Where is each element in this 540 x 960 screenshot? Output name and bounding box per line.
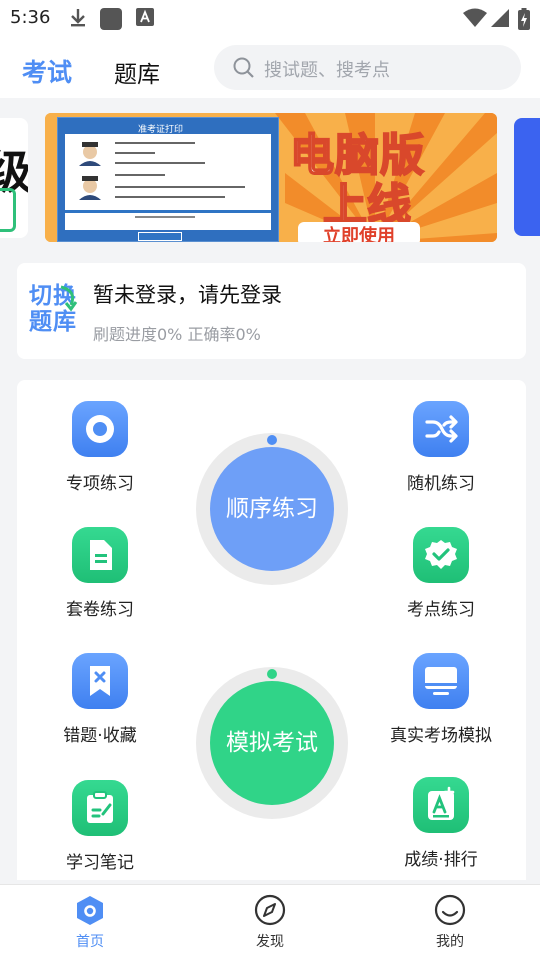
nav-home-label: 首页	[76, 934, 104, 950]
signal-icon	[491, 9, 509, 27]
search-bar[interactable]: 搜试题、搜考点	[214, 45, 521, 90]
nav-profile[interactable]: 我的	[360, 885, 540, 960]
status-time: 5:36	[10, 7, 51, 28]
tab-question-bank[interactable]: 题库	[114, 55, 160, 89]
feature-panel: 专项练习 随机练习 顺序练习 套卷练习 考点练习 错题·收藏 真实考场模拟 模拟…	[17, 380, 526, 880]
feature-label: 学习笔记	[66, 853, 134, 873]
banner-prev-decoration	[0, 188, 16, 232]
top-header: 考试 题库 搜试题、搜考点	[0, 36, 540, 98]
sequential-practice-inner: 顺序练习	[210, 447, 334, 571]
feature-label: 专项练习	[66, 474, 134, 494]
nav-home[interactable]: 首页	[0, 885, 180, 960]
feature-label: 随机练习	[407, 474, 475, 494]
shuffle-icon	[413, 401, 469, 457]
feature-label: 错题·收藏	[63, 726, 137, 746]
clipboard-edit-icon	[72, 780, 128, 836]
feature-random-practice[interactable]: 随机练习	[371, 401, 511, 494]
target-icon	[72, 401, 128, 457]
banner-slide-desktop[interactable]: 准考证打印 电脑版 上线 立即使用	[45, 113, 497, 242]
feature-real-exam-simulation[interactable]: 真实考场模拟	[371, 653, 511, 746]
nav-profile-label: 我的	[436, 934, 464, 950]
profile-icon	[434, 894, 466, 926]
sequential-practice-label: 顺序练习	[226, 496, 318, 522]
text-notification-icon	[136, 8, 154, 26]
app-notification-icon	[100, 8, 122, 30]
feature-label: 考点练习	[407, 600, 475, 620]
compass-icon	[254, 894, 286, 926]
feature-knowledge-practice[interactable]: 考点练习	[371, 527, 511, 620]
wifi-icon	[463, 8, 487, 27]
sequential-practice-button[interactable]: 顺序练习	[196, 433, 348, 585]
desktop-screenshot-image: 准考证打印	[57, 117, 279, 242]
progress-summary: 刷题进度0% 正确率0%	[93, 325, 261, 344]
nav-discover-label: 发现	[256, 934, 284, 950]
mock-exam-inner: 模拟考试	[210, 681, 334, 805]
download-icon	[71, 9, 85, 27]
login-prompt[interactable]: 暂未登录，请先登录	[93, 279, 282, 309]
banner-use-now-button[interactable]: 立即使用	[298, 222, 420, 242]
document-icon	[72, 527, 128, 583]
monitor-icon	[413, 653, 469, 709]
feature-label: 成绩·排行	[404, 850, 478, 870]
feature-label: 真实考场模拟	[390, 726, 492, 746]
screenshot-button	[138, 232, 182, 241]
login-card[interactable]: 切换 题库 暂未登录，请先登录 刷题进度0% 正确率0%	[17, 263, 526, 359]
screenshot-window	[65, 134, 271, 230]
feature-special-practice[interactable]: 专项练习	[30, 401, 170, 494]
feature-label: 套卷练习	[66, 600, 134, 620]
bookmark-x-icon	[72, 653, 128, 709]
progress-dot	[267, 435, 277, 445]
search-icon	[233, 57, 254, 78]
battery-icon	[518, 8, 530, 30]
home-icon	[77, 896, 103, 925]
status-bar: 5:36	[0, 0, 540, 36]
feature-wrong-favorites[interactable]: 错题·收藏	[30, 653, 170, 746]
feature-paper-practice[interactable]: 套卷练习	[30, 527, 170, 620]
grade-a-plus-icon	[413, 777, 469, 833]
bottom-navigation: 首页 发现 我的	[0, 884, 540, 960]
progress-dot	[267, 669, 277, 679]
banner-prev-slide[interactable]: 级	[0, 118, 28, 238]
switch-bank-button[interactable]: 切换 题库	[29, 283, 85, 339]
badge-check-icon	[413, 527, 469, 583]
nav-discover[interactable]: 发现	[180, 885, 360, 960]
search-placeholder: 搜试题、搜考点	[264, 60, 390, 81]
switch-arrow-icon	[60, 285, 78, 312]
banner-next-slide[interactable]	[514, 118, 540, 236]
mock-exam-button[interactable]: 模拟考试	[196, 667, 348, 819]
feature-scores-ranking[interactable]: 成绩·排行	[371, 777, 511, 870]
mock-exam-label: 模拟考试	[226, 730, 318, 756]
feature-study-notes[interactable]: 学习笔记	[30, 780, 170, 873]
screenshot-content	[65, 142, 271, 218]
tab-exam[interactable]: 考试	[22, 53, 72, 89]
